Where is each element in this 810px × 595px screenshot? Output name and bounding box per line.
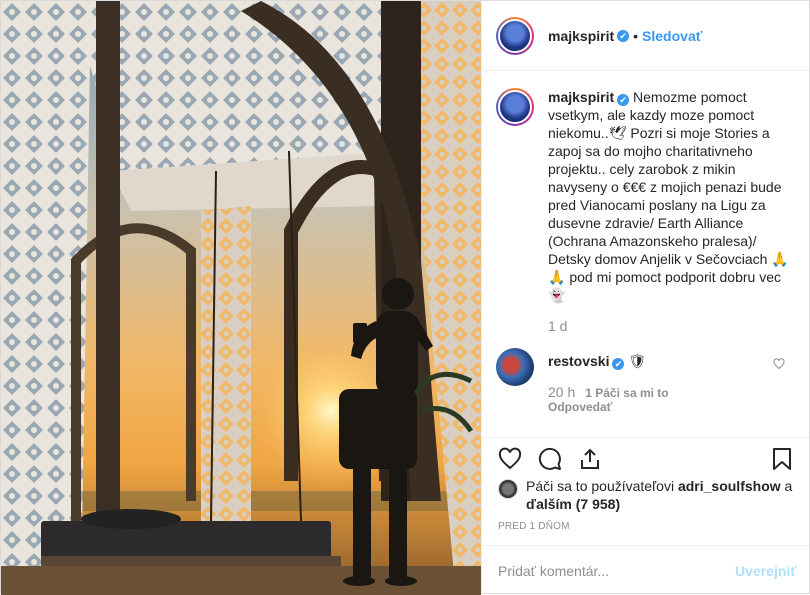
follow-button[interactable]: Sledovať xyxy=(642,28,702,44)
post-actions xyxy=(482,437,809,473)
post-header: majkspirit ✔ • Sledovať xyxy=(482,1,809,71)
separator-dot: • xyxy=(633,27,639,44)
likes-and: a xyxy=(780,478,793,494)
post-comment-button[interactable]: Uverejniť xyxy=(735,563,797,579)
verified-badge-icon: ✔ xyxy=(617,94,630,106)
likes-prefix: Páči sa to používateľovi xyxy=(526,478,678,494)
likes-summary: Páči sa to používateľovi adri_soulfshow … xyxy=(498,477,797,513)
bookmark-icon[interactable] xyxy=(753,444,793,474)
author-avatar[interactable] xyxy=(496,16,534,55)
post-sidebar: majkspirit ✔ • Sledovať majkspirit ✔ Nemo… xyxy=(481,1,809,595)
comment-username[interactable]: restovski xyxy=(548,353,609,369)
comment-input[interactable]: Pridať komentár... xyxy=(498,563,735,579)
liker-avatar[interactable] xyxy=(498,479,518,499)
add-comment-bar: Pridať komentár... Uverejniť xyxy=(482,545,809,595)
post-date[interactable]: PRED 1 DŇOM xyxy=(498,521,570,532)
share-icon[interactable] xyxy=(578,444,618,474)
liker-username[interactable]: adri_soulfshow xyxy=(678,478,781,494)
caption-avatar[interactable] xyxy=(496,88,534,126)
caption-username[interactable]: majkspirit xyxy=(548,89,614,105)
like-heart-icon[interactable] xyxy=(498,444,538,474)
comment-meta: 20 h 1 Páči sa mi to xyxy=(548,384,793,400)
verified-badge-icon: ✔ xyxy=(617,29,630,42)
caption-row: majkspirit ✔ Nemozme pomoct vsetkym, ale … xyxy=(496,88,793,334)
comment-text-block: restovski ✔ 🛡 xyxy=(548,352,792,370)
post-photo[interactable] xyxy=(1,1,481,595)
verified-badge-icon: ✔ xyxy=(612,358,625,370)
comments-list[interactable]: majkspirit ✔ Nemozme pomoct vsetkym, ale … xyxy=(482,72,809,436)
comment-like-heart-icon[interactable] xyxy=(773,358,785,373)
caption-text: Nemozme pomoct vsetkym, ale kazdy moze p… xyxy=(548,89,789,303)
caption-age[interactable]: 1 d xyxy=(548,318,792,334)
author-username[interactable]: majkspirit xyxy=(548,28,614,44)
comment-text: 🛡 xyxy=(628,353,647,369)
comment-likes[interactable]: 1 Páči sa mi to xyxy=(585,386,668,400)
comment-bubble-icon[interactable] xyxy=(538,444,578,474)
photo-illustration xyxy=(1,1,481,595)
commenter-avatar[interactable] xyxy=(496,348,534,386)
reply-button[interactable]: Odpovedať xyxy=(548,400,793,414)
caption-text-block: majkspirit ✔ Nemozme pomoct vsetkym, ale … xyxy=(548,88,792,304)
likes-others-link[interactable]: ďalším (7 958) xyxy=(526,496,620,512)
comment-row: restovski ✔ 🛡 20 h 1 Páči sa mi to Odpove… xyxy=(496,348,793,414)
post-modal: majkspirit ✔ • Sledovať majkspirit ✔ Nemo… xyxy=(0,0,810,595)
comment-age[interactable]: 20 h xyxy=(548,384,575,400)
